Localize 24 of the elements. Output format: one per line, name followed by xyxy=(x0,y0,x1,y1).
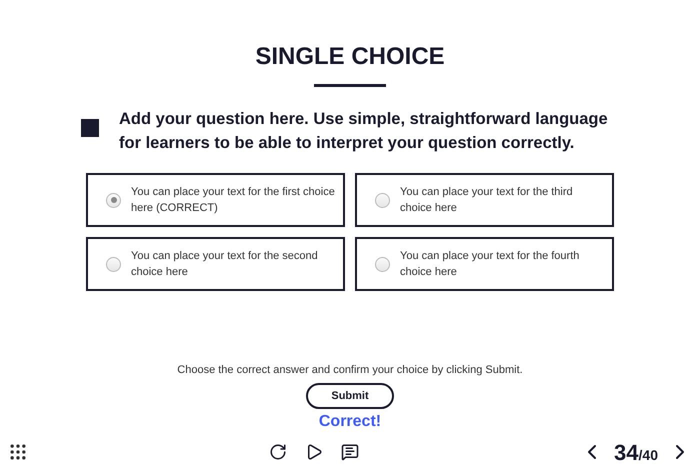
choice-text: You can place your text for the second choice here xyxy=(131,249,319,280)
choice-option[interactable]: You can place your text for the second choice here xyxy=(86,237,345,291)
title-underline xyxy=(314,84,386,87)
feedback-text: Correct! xyxy=(318,412,382,432)
choice-option[interactable]: You can place your text for the fourth choice here xyxy=(355,237,614,291)
choice-text: You can place your text for the first choice here (CORRECT) xyxy=(131,185,335,216)
question-marker-icon xyxy=(81,119,99,137)
page-counter: 34/40 xyxy=(614,438,658,466)
radio-button[interactable] xyxy=(106,256,121,272)
choice-option[interactable]: You can place your text for the first choice here (CORRECT) xyxy=(86,173,345,227)
choice-text: You can place your text for the third choice here xyxy=(400,185,574,216)
replay-icon[interactable] xyxy=(269,443,288,461)
question-text: Add your question here. Use simple, straightforward language for learners to be able to interpret your question correctly. xyxy=(119,109,609,154)
radio-button[interactable] xyxy=(106,192,121,208)
radio-button[interactable] xyxy=(375,256,390,272)
choice-option[interactable]: You can place your text for the third choice here xyxy=(355,173,614,227)
choice-text: You can place your text for the fourth choice here xyxy=(400,249,580,280)
menu-icon[interactable] xyxy=(8,442,28,462)
comment-icon[interactable] xyxy=(341,443,360,461)
slide-title: SINGLE CHOICE xyxy=(255,42,445,72)
play-icon[interactable] xyxy=(305,443,324,461)
submit-button[interactable]: Submit xyxy=(306,383,394,409)
instruction-text: Choose the correct answer and confirm your choice by clicking Submit. xyxy=(177,363,523,377)
radio-button[interactable] xyxy=(375,192,390,208)
